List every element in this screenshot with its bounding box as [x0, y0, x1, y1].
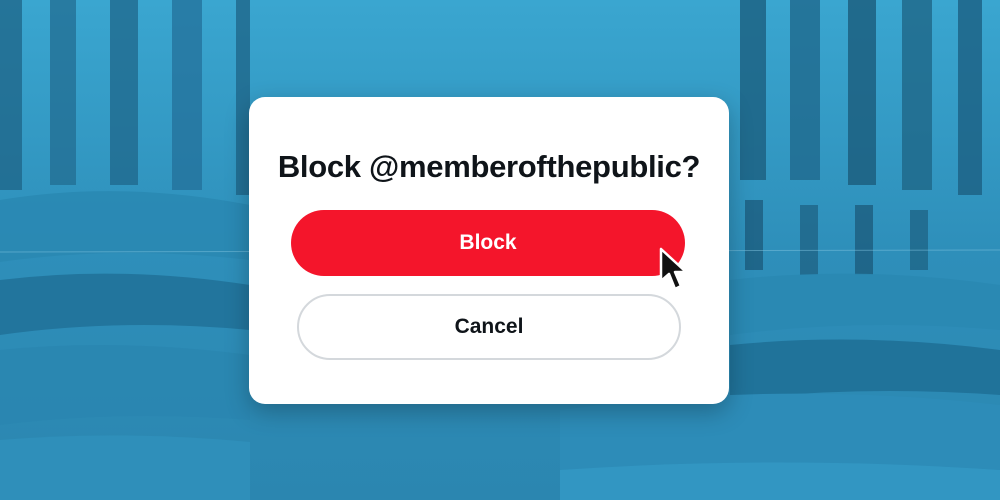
dialog-title: Block @memberofthepublic?	[277, 149, 701, 184]
block-user-dialog: Block @memberofthepublic? Block Cancel	[249, 97, 729, 404]
cancel-button[interactable]: Cancel	[297, 294, 681, 360]
screen: Block @memberofthepublic? Block Cancel	[0, 0, 1000, 500]
arrow-cursor-icon	[659, 247, 688, 291]
block-button[interactable]: Block	[291, 210, 685, 276]
